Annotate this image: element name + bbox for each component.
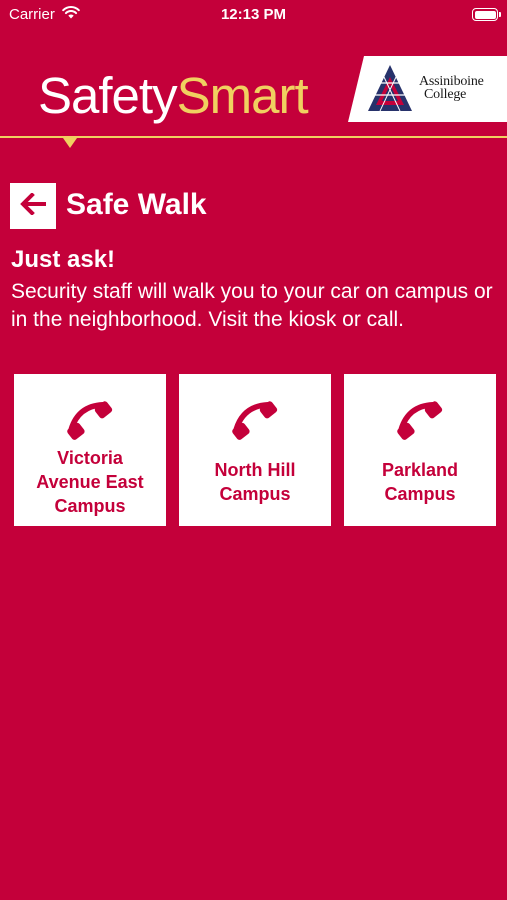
college-name-line2: College [424,87,467,102]
college-logo: Assiniboine College [348,56,507,122]
app-logo: SafetySmart [38,67,309,124]
campus-card-victoria[interactable]: Victoria Avenue East Campus [14,374,166,526]
campus-name: Parkland Campus [381,460,459,504]
back-button[interactable] [10,183,56,229]
campus-card-north-hill[interactable]: North Hill Campus [179,374,331,526]
status-bar: Carrier 12:13 PM [0,0,507,28]
campus-name: Victoria Avenue East Campus [36,448,144,516]
college-logo-mark [366,63,414,118]
app-header: SafetySmart Assiniboine College [0,28,507,148]
phone-icon [392,396,448,451]
header-notch [63,138,77,148]
phone-icon [227,396,283,451]
brand-safety: Safety [38,67,178,124]
status-time: 12:13 PM [220,6,287,23]
battery-icon [472,8,501,21]
description-text: Security staff will walk you to your car… [11,280,493,331]
campus-card-parkland[interactable]: Parkland Campus [344,374,496,526]
page-title: Safe Walk [66,188,207,221]
phone-icon [62,396,118,451]
arrow-left-icon [20,191,46,220]
campus-name: North Hill Campus [214,460,296,504]
battery-fill [474,10,496,19]
college-name: Assiniboine College [419,75,484,102]
brand-smart: Smart [176,67,309,124]
campus-grid: Victoria Avenue East Campus North Hill C… [14,374,496,526]
subheading: Just ask! [11,246,116,273]
